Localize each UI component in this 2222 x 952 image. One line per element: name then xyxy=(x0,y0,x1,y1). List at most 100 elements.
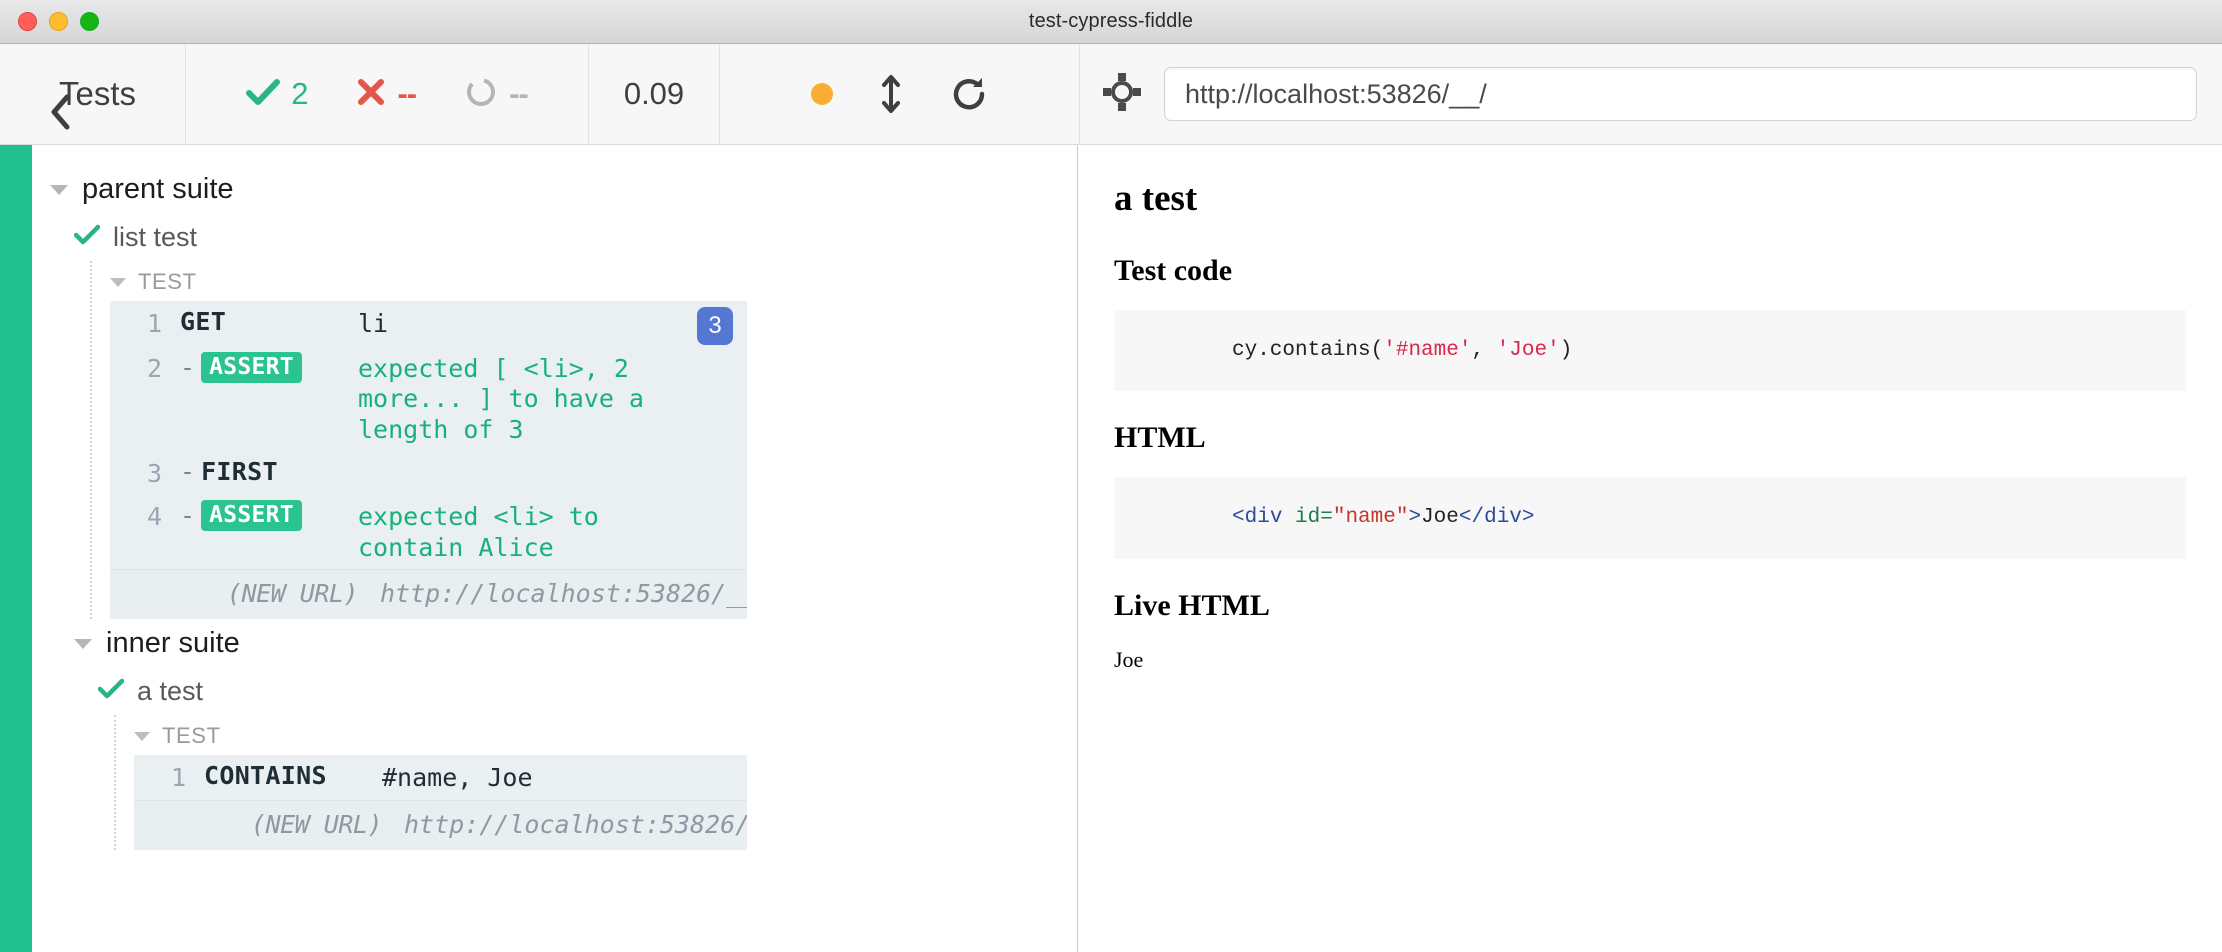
command-method: FIRST xyxy=(201,457,278,486)
test-a-test[interactable]: a test xyxy=(32,668,1077,715)
check-icon xyxy=(73,224,101,251)
command-dash: - xyxy=(180,352,196,382)
up-down-arrows-icon[interactable] xyxy=(879,74,903,114)
command-method: GET xyxy=(180,307,227,336)
reporter-tree: parent suite list test TEST 1 GET li 3 2… xyxy=(32,145,1077,952)
crosshair-target-icon xyxy=(1103,72,1141,116)
back-to-tests-button[interactable]: Tests xyxy=(0,44,186,144)
caret-down-icon[interactable] xyxy=(134,731,150,741)
suite-title: inner suite xyxy=(106,627,240,659)
live-html-name: Joe xyxy=(1114,646,1144,672)
stat-pending: -- xyxy=(440,75,552,114)
stat-failed: -- xyxy=(332,76,440,112)
command-list: 1 CONTAINS #name, Joe (NEW URL) http://l… xyxy=(134,755,747,850)
hook-label: TEST xyxy=(162,723,221,748)
suite-inner-suite[interactable]: inner suite xyxy=(32,619,1077,668)
command-method-col: - ASSERT xyxy=(162,500,358,532)
command-row[interactable]: 2 - ASSERT expected [ <li>, 2 more... ] … xyxy=(110,346,747,452)
test-code-block: cy.contains('#name', 'Joe') xyxy=(1114,310,2186,392)
code-suffix: ) xyxy=(1559,339,1573,362)
new-url-value: http://localhost:53826/__/ xyxy=(404,809,747,839)
pass-status-strip xyxy=(0,145,32,952)
caret-down-icon[interactable] xyxy=(110,277,126,287)
caret-down-icon[interactable] xyxy=(50,184,68,195)
command-method: CONTAINS xyxy=(204,761,327,790)
command-message: expected <li> to contain Alice xyxy=(358,502,599,562)
command-row[interactable]: 1 GET li 3 xyxy=(110,301,747,346)
hook-label: TEST xyxy=(138,269,197,294)
new-url-label: (NEW URL) xyxy=(227,579,358,608)
command-number: 3 xyxy=(146,459,162,488)
new-url-row: (NEW URL) http://localhost:53826/__/ xyxy=(134,799,747,850)
test-title: a test xyxy=(137,676,204,706)
window-title: test-cypress-fiddle xyxy=(1028,10,1194,32)
command-number: 1 xyxy=(170,763,186,792)
command-dash: - xyxy=(180,501,196,531)
runner-header: Tests 2 -- -- 0.09 http://localhost:5382… xyxy=(0,44,2222,145)
html-text: Joe xyxy=(1421,506,1459,530)
command-method-col: - ASSERT xyxy=(162,351,358,383)
check-icon xyxy=(246,78,281,111)
reporter-panel: parent suite list test TEST 1 GET li 3 2… xyxy=(0,145,1078,952)
command-dash: - xyxy=(180,457,196,486)
back-to-tests-label: Tests xyxy=(58,75,137,112)
code-comma: , xyxy=(1471,339,1497,362)
html-tag-name: div xyxy=(1244,506,1283,530)
code-arg1: '#name' xyxy=(1383,339,1472,362)
command-number: 4 xyxy=(146,502,162,531)
suite-parent-suite[interactable]: parent suite xyxy=(32,165,1077,214)
html-attr-name: id= xyxy=(1295,506,1333,530)
runner-controls xyxy=(720,44,1080,144)
html-code-block: <div id="name">Joe</div> xyxy=(1114,477,2186,559)
new-url-row: (NEW URL) http://localhost:53826/__/ xyxy=(110,569,747,619)
html-space xyxy=(1282,506,1295,529)
html-attr-value: "name" xyxy=(1332,506,1409,530)
stat-passed-value: 2 xyxy=(291,76,309,111)
hooks-container: TEST 1 CONTAINS #name, Joe (NEW URL) htt… xyxy=(32,715,1077,850)
suite-title: parent suite xyxy=(82,173,234,205)
aut-page-title: a test xyxy=(1114,178,1198,219)
restart-icon[interactable] xyxy=(949,74,989,114)
command-message: #name, Joe xyxy=(382,763,533,792)
command-method-col: CONTAINS xyxy=(186,761,382,790)
window-titlebar: test-cypress-fiddle xyxy=(0,0,2222,44)
test-duration: 0.09 xyxy=(589,44,720,144)
command-method-col: GET xyxy=(162,307,358,336)
code-prefix: cy.contains( xyxy=(1232,339,1384,362)
command-message xyxy=(358,457,747,459)
command-row[interactable]: 1 CONTAINS #name, Joe xyxy=(134,755,747,800)
test-stats: 2 -- -- xyxy=(186,44,589,144)
section-heading-test-code: Test code xyxy=(1114,254,1233,287)
section-heading-html: HTML xyxy=(1114,421,1206,455)
circle-dot-icon xyxy=(464,75,498,114)
command-row[interactable]: 4 - ASSERT expected <li> to contain Alic… xyxy=(110,494,747,569)
new-url-label: (NEW URL) xyxy=(251,809,382,839)
command-row[interactable]: 3 - FIRST xyxy=(110,451,747,494)
hook-test[interactable]: TEST xyxy=(110,261,1077,301)
runner-body: parent suite list test TEST 1 GET li 3 2… xyxy=(0,145,2222,952)
auto-scroll-toggle[interactable] xyxy=(810,83,833,105)
stat-passed: 2 xyxy=(222,76,332,112)
app-under-test-panel: a test Test code cy.contains('#name', 'J… xyxy=(1078,145,2222,952)
new-url-value: http://localhost:53826/__/ xyxy=(380,579,747,608)
test-list-test[interactable]: list test xyxy=(32,214,1077,261)
hook-test[interactable]: TEST xyxy=(134,715,1077,755)
stat-failed-value: -- xyxy=(397,76,417,111)
url-input[interactable]: http://localhost:53826/__/ xyxy=(1164,67,2197,121)
command-list: 1 GET li 3 2 - ASSERT expected [<li>, 2… xyxy=(110,301,747,619)
command-method-col: - FIRST xyxy=(162,457,358,486)
command-number: 2 xyxy=(146,353,162,383)
html-gt: > xyxy=(1408,506,1422,530)
caret-down-icon[interactable] xyxy=(74,638,92,649)
hooks-container: TEST 1 GET li 3 2 - ASSERT expected [<l… xyxy=(32,261,1077,619)
code-arg2: 'Joe' xyxy=(1496,339,1560,362)
selector-playground-button[interactable] xyxy=(1080,44,1164,144)
assert-badge: ASSERT xyxy=(201,500,302,532)
assert-badge: ASSERT xyxy=(201,351,302,383)
stat-pending-value: -- xyxy=(509,76,529,111)
test-title: list test xyxy=(113,222,198,252)
command-message: expected [ <li>, 2 more... ] to have a l… xyxy=(358,353,644,444)
url-bar-container: http://localhost:53826/__/ xyxy=(1164,44,2222,144)
times-icon xyxy=(356,78,386,111)
html-close-tag: </div> xyxy=(1458,506,1535,530)
